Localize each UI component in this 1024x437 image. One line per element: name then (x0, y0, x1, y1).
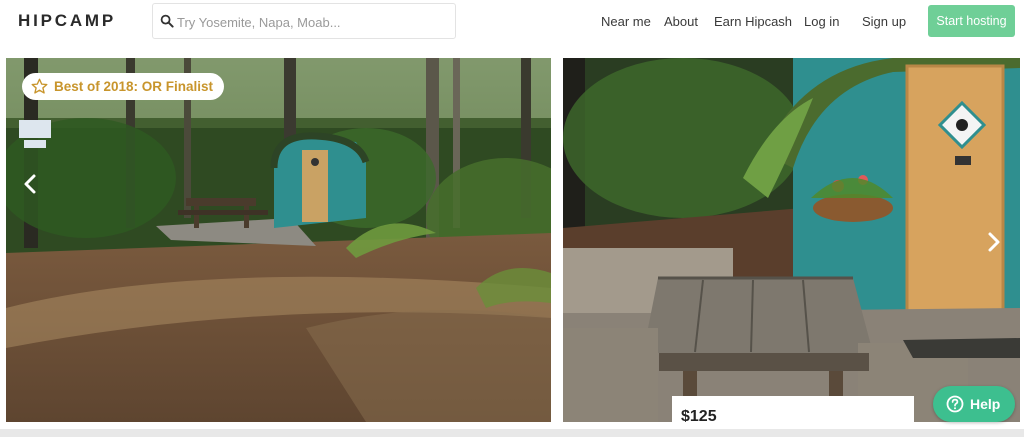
nav-sign-up[interactable]: Sign up (862, 14, 906, 29)
search-bar[interactable] (152, 3, 456, 39)
forest-cabin-image (6, 58, 551, 422)
badge-label: Best of 2018: OR Finalist (54, 79, 214, 94)
nav-log-in[interactable]: Log in (804, 14, 839, 29)
chevron-right-icon[interactable] (982, 231, 1004, 253)
price-card: $125 (672, 396, 914, 422)
best-of-badge: Best of 2018: OR Finalist (22, 73, 225, 100)
start-hosting-button[interactable]: Start hosting (928, 5, 1015, 37)
hipcamp-logo[interactable]: HIPCAMP (18, 11, 116, 31)
star-icon (31, 78, 48, 94)
listing-photo-2[interactable]: $125 (563, 58, 1020, 422)
listing-photo-1[interactable]: Best of 2018: OR Finalist (6, 58, 551, 422)
nav-earn-hipcash[interactable]: Earn Hipcash (714, 14, 792, 29)
nav-near-me[interactable]: Near me (601, 14, 651, 29)
help-label: Help (970, 396, 1001, 412)
chevron-left-icon[interactable] (20, 173, 42, 195)
help-button[interactable]: Help (933, 386, 1015, 422)
question-circle-icon (946, 395, 964, 413)
nav-about[interactable]: About (664, 14, 698, 29)
top-nav-bar: HIPCAMP Near me About Earn Hipcash Log i… (0, 0, 1024, 46)
cabin-door-image (563, 58, 1020, 422)
bottom-divider (0, 429, 1024, 437)
listing-price: $125 (681, 408, 717, 422)
search-input[interactable] (177, 13, 447, 31)
search-icon (160, 14, 174, 28)
